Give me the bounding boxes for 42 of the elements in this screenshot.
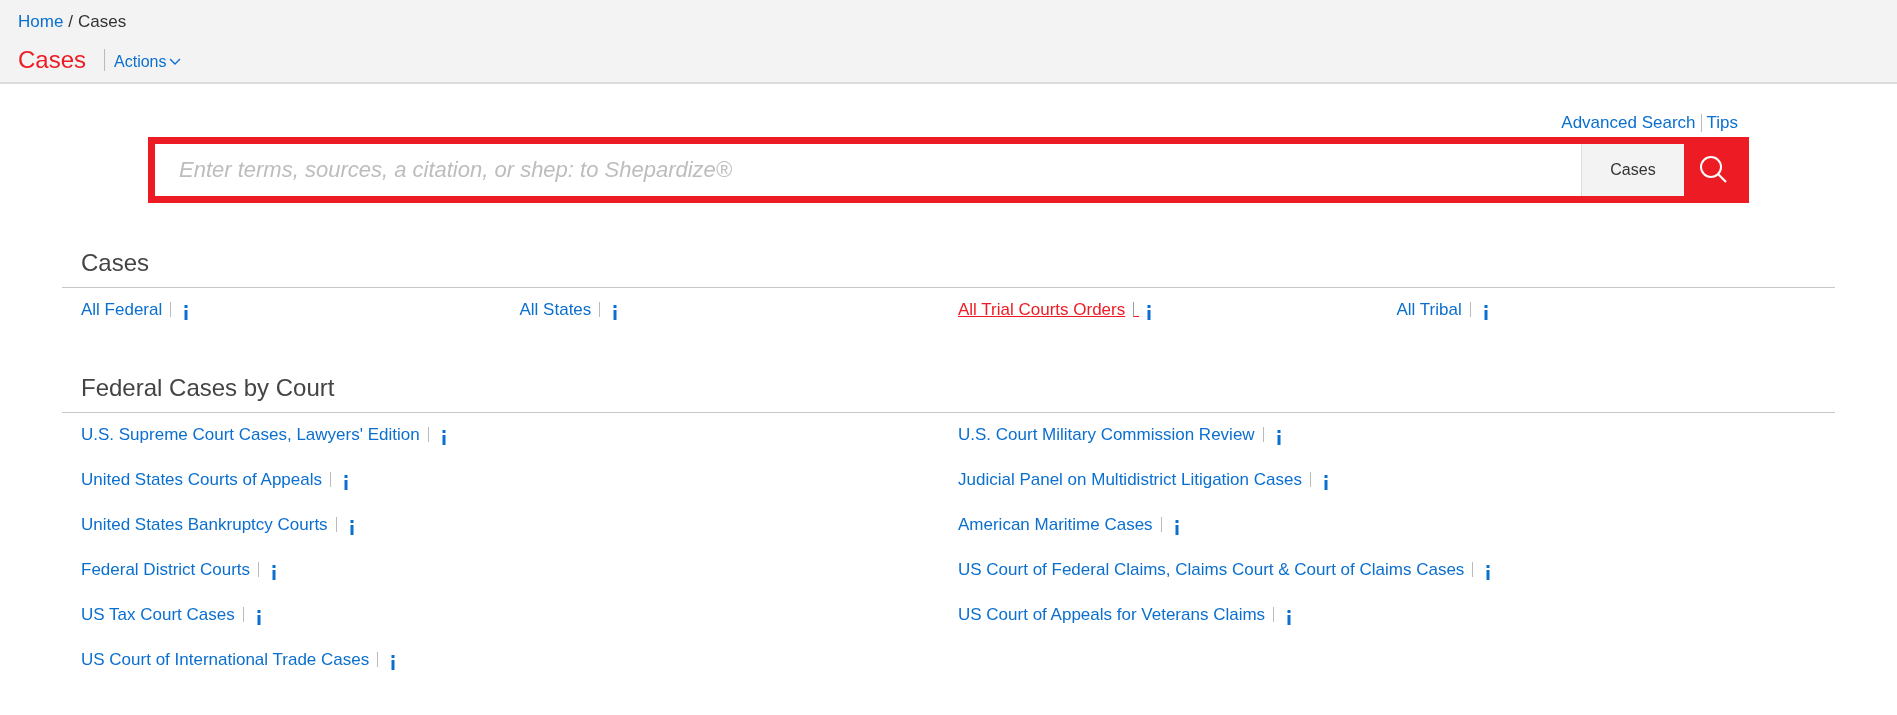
caret-icon <box>168 58 181 66</box>
source-link[interactable]: All Federal <box>81 299 163 320</box>
actions-menu[interactable]: Actions <box>114 53 181 71</box>
info-icon[interactable] <box>343 473 349 490</box>
source-link[interactable]: All States <box>519 299 592 320</box>
info-icon[interactable] <box>1275 428 1282 445</box>
info-icon[interactable] <box>1173 518 1180 535</box>
scope-dropdown[interactable]: Cases <box>1581 144 1684 196</box>
breadcrumb-separator: / <box>68 12 74 32</box>
page-title: Cases <box>18 46 87 74</box>
info-icon[interactable] <box>1485 563 1492 580</box>
info-icon[interactable] <box>1322 473 1329 490</box>
source-link[interactable]: All Trial Courts Orders <box>958 299 1126 320</box>
source-link[interactable]: Federal District Courts <box>81 559 251 580</box>
info-icon[interactable] <box>1286 608 1293 625</box>
source-link[interactable]: United States Bankruptcy Courts <box>81 514 328 535</box>
search-option-link[interactable]: Advanced Search <box>1556 114 1701 132</box>
info-icon[interactable] <box>348 518 355 535</box>
info-icon[interactable] <box>183 303 190 320</box>
source-link[interactable]: US Court of International Trade Cases <box>81 649 370 670</box>
search-option-link[interactable]: Tips <box>1700 114 1743 132</box>
source-link[interactable]: US Court of Federal Claims, Claims Court & Court of Claims Cases <box>958 559 1465 580</box>
source-link[interactable]: US Tax Court Cases <box>81 604 235 625</box>
info-icon[interactable] <box>390 653 397 670</box>
section-heading: Federal Cases by Court <box>81 374 335 403</box>
source-link[interactable]: All Tribal <box>1396 299 1462 320</box>
info-icon[interactable] <box>612 303 619 320</box>
info-icon[interactable] <box>1146 303 1153 320</box>
source-link[interactable]: U.S. Supreme Court Cases, Lawyers' Edition <box>81 424 420 445</box>
source-link[interactable]: American Maritime Cases <box>958 514 1153 535</box>
source-link[interactable]: United States Courts of Appeals <box>81 469 322 490</box>
source-link[interactable]: US Court of Appeals for Veterans Claims <box>958 604 1266 625</box>
breadcrumb-current: Cases <box>78 12 127 32</box>
source-link[interactable]: U.S. Court Military Commission Review <box>958 424 1255 445</box>
search-field[interactable]: Enter terms, sources, a citation, or shep: to Shepardize® <box>155 144 1581 196</box>
info-icon[interactable] <box>255 608 262 625</box>
section-heading: Cases <box>81 249 150 278</box>
info-icon[interactable] <box>1482 303 1489 320</box>
info-icon[interactable] <box>271 563 278 580</box>
source-link[interactable]: Judicial Panel on Multidistrict Litigation Cases <box>958 469 1302 490</box>
info-icon[interactable] <box>440 428 447 445</box>
breadcrumb-link[interactable]: Home <box>18 12 64 32</box>
